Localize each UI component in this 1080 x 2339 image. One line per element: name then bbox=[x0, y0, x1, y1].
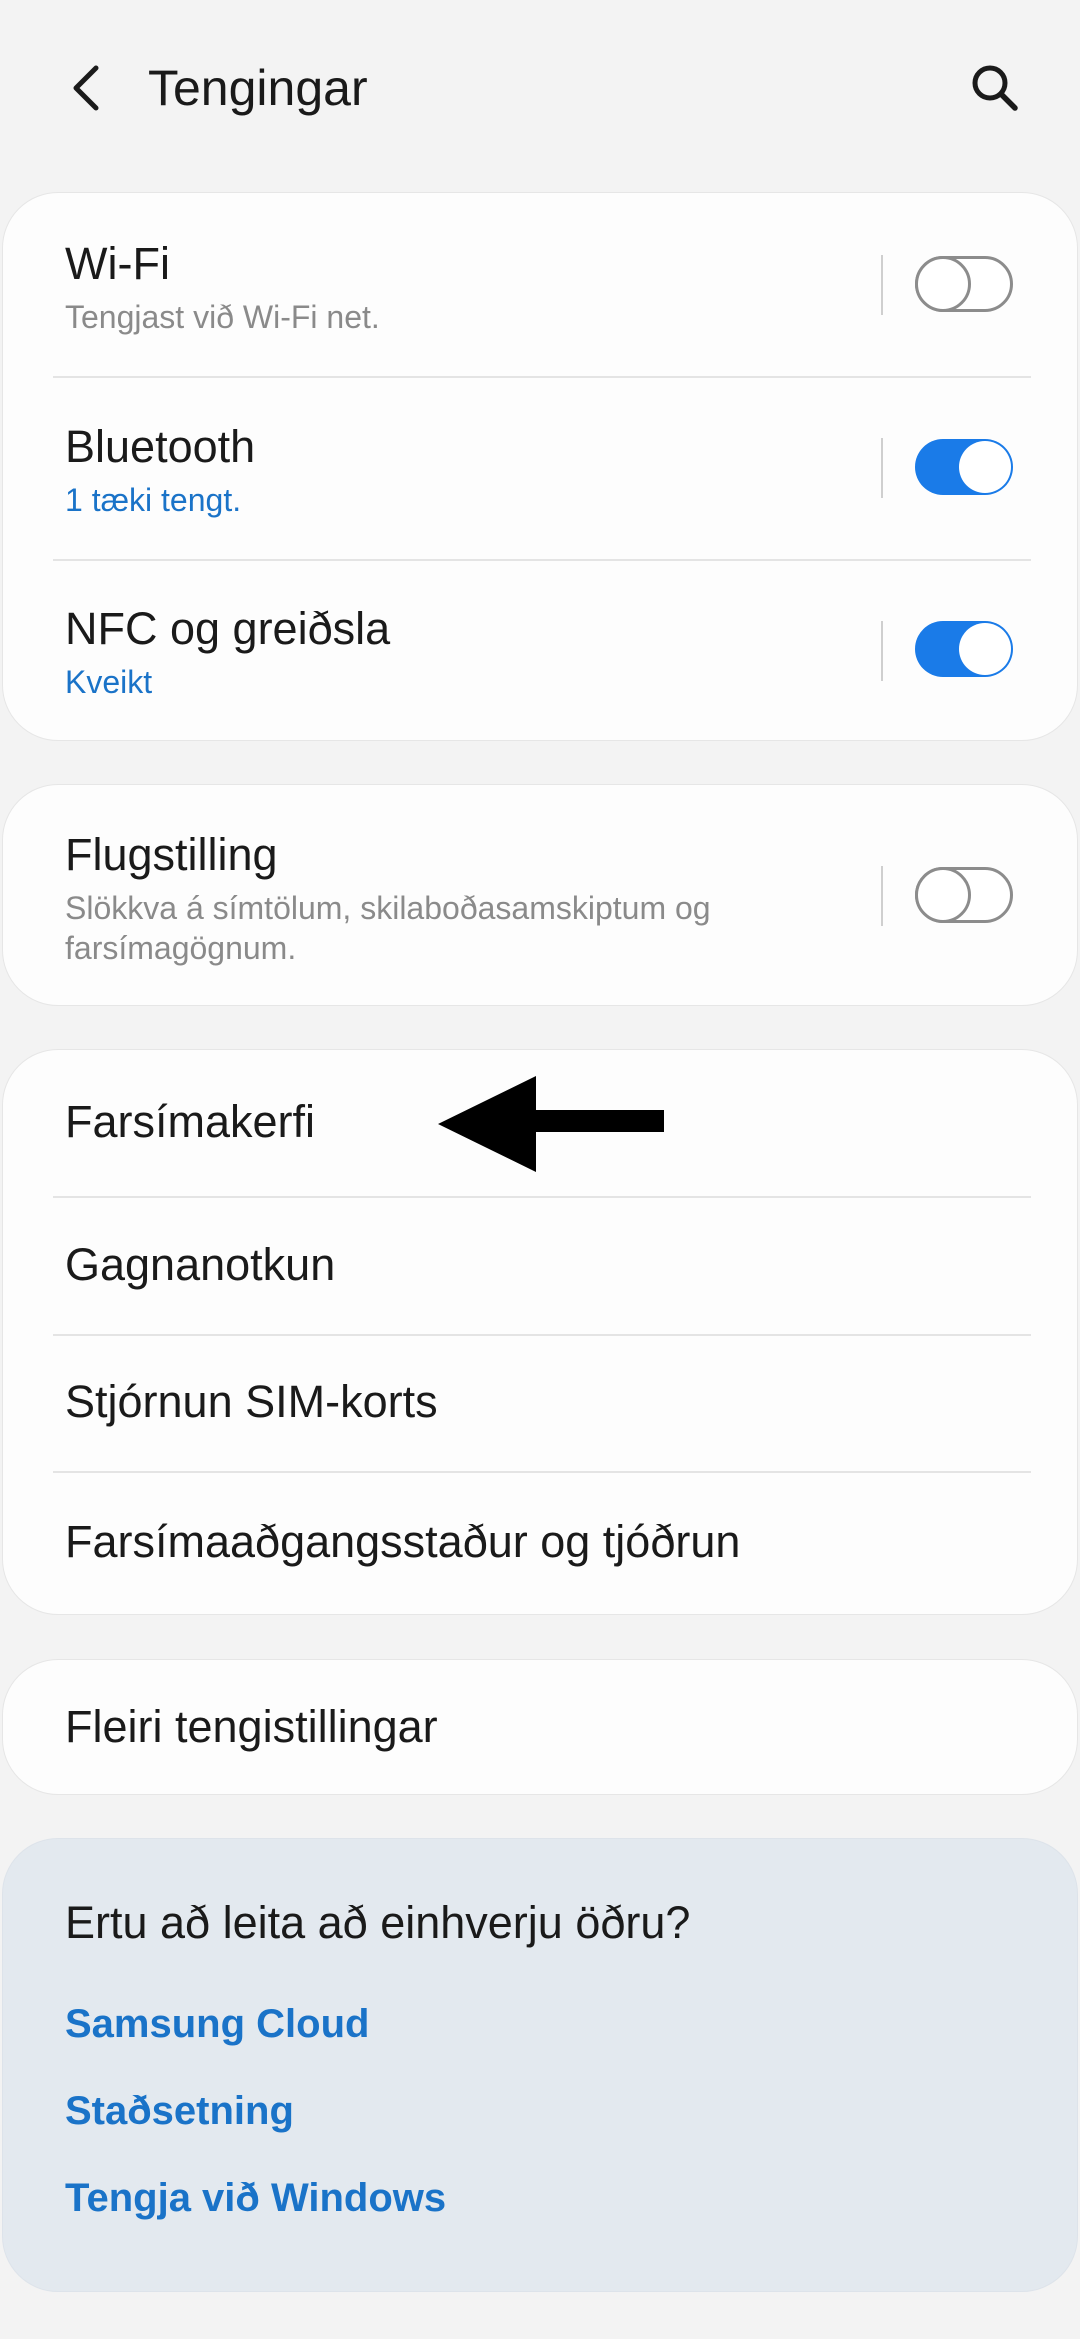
more-settings-card: Fleiri tengistillingar bbox=[2, 1659, 1078, 1795]
wifi-title: Wi-Fi bbox=[65, 238, 170, 289]
nfc-toggle-knob bbox=[959, 623, 1011, 675]
page-title: Tengingar bbox=[148, 60, 368, 116]
nfc-separator bbox=[881, 621, 883, 681]
search-button[interactable] bbox=[955, 48, 1035, 128]
bluetooth-separator bbox=[881, 438, 883, 498]
help-title: Ertu að leita að einhverju öðru? bbox=[65, 1897, 691, 1948]
data-usage-label: Gagnanotkun bbox=[65, 1239, 336, 1290]
samsung-cloud-link[interactable]: Samsung Cloud bbox=[65, 1998, 369, 2050]
hotspot-tethering-label: Farsímaaðgangsstaður og tjóðrun bbox=[65, 1516, 741, 1567]
bluetooth-toggle[interactable] bbox=[915, 439, 1013, 495]
nfc-row[interactable]: NFC og greiðsla Kveikt bbox=[3, 560, 1077, 740]
wifi-subtitle: Tengjast við Wi-Fi net. bbox=[65, 299, 380, 335]
app-bar: Tengingar bbox=[0, 0, 1080, 180]
bluetooth-title: Bluetooth bbox=[65, 421, 256, 472]
nfc-toggle[interactable] bbox=[915, 621, 1013, 677]
airplane-separator bbox=[881, 866, 883, 926]
airplane-card: Flugstilling Slökkva á símtölum, skilabo… bbox=[2, 784, 1078, 1006]
bluetooth-toggle-knob bbox=[959, 441, 1011, 493]
airplane-title: Flugstilling bbox=[65, 829, 278, 880]
back-button[interactable] bbox=[46, 48, 126, 128]
sim-manager-row[interactable]: Stjórnun SIM-korts bbox=[3, 1335, 1077, 1471]
data-usage-row[interactable]: Gagnanotkun bbox=[3, 1197, 1077, 1334]
annotation-arrow-icon bbox=[438, 1076, 664, 1172]
mobile-networks-label: Farsímakerfi bbox=[65, 1096, 316, 1147]
more-settings-row[interactable]: Fleiri tengistillingar bbox=[3, 1660, 1077, 1794]
airplane-toggle[interactable] bbox=[915, 867, 1013, 923]
airplane-toggle-knob bbox=[915, 867, 971, 923]
connections-card: Wi-Fi Tengjast við Wi-Fi net. Bluetooth … bbox=[2, 192, 1078, 741]
hotspot-tethering-row[interactable]: Farsímaaðgangsstaður og tjóðrun bbox=[3, 1472, 1077, 1614]
looking-for-something-else-card: Ertu að leita að einhverju öðru? Samsung… bbox=[2, 1838, 1078, 2292]
airplane-subtitle: Slökkva á símtölum, skilaboðasamskiptum … bbox=[65, 890, 711, 966]
airplane-row[interactable]: Flugstilling Slökkva á símtölum, skilabo… bbox=[3, 785, 1077, 1005]
link-to-windows-link[interactable]: Tengja við Windows bbox=[65, 2172, 446, 2224]
nfc-subtitle: Kveikt bbox=[65, 664, 153, 700]
search-icon bbox=[972, 65, 1018, 111]
back-arrow-icon bbox=[73, 65, 99, 111]
more-settings-label: Fleiri tengistillingar bbox=[65, 1701, 438, 1752]
sim-manager-label: Stjórnun SIM-korts bbox=[65, 1376, 438, 1427]
location-link[interactable]: Staðsetning bbox=[65, 2085, 294, 2137]
bluetooth-subtitle: 1 tæki tengt. bbox=[65, 482, 242, 518]
wifi-row[interactable]: Wi-Fi Tengjast við Wi-Fi net. bbox=[3, 193, 1077, 376]
bluetooth-row[interactable]: Bluetooth 1 tæki tengt. bbox=[3, 377, 1077, 559]
nfc-title: NFC og greiðsla bbox=[65, 603, 391, 654]
wifi-toggle-knob bbox=[915, 256, 971, 312]
wifi-separator bbox=[881, 255, 883, 315]
wifi-toggle[interactable] bbox=[915, 256, 1013, 312]
